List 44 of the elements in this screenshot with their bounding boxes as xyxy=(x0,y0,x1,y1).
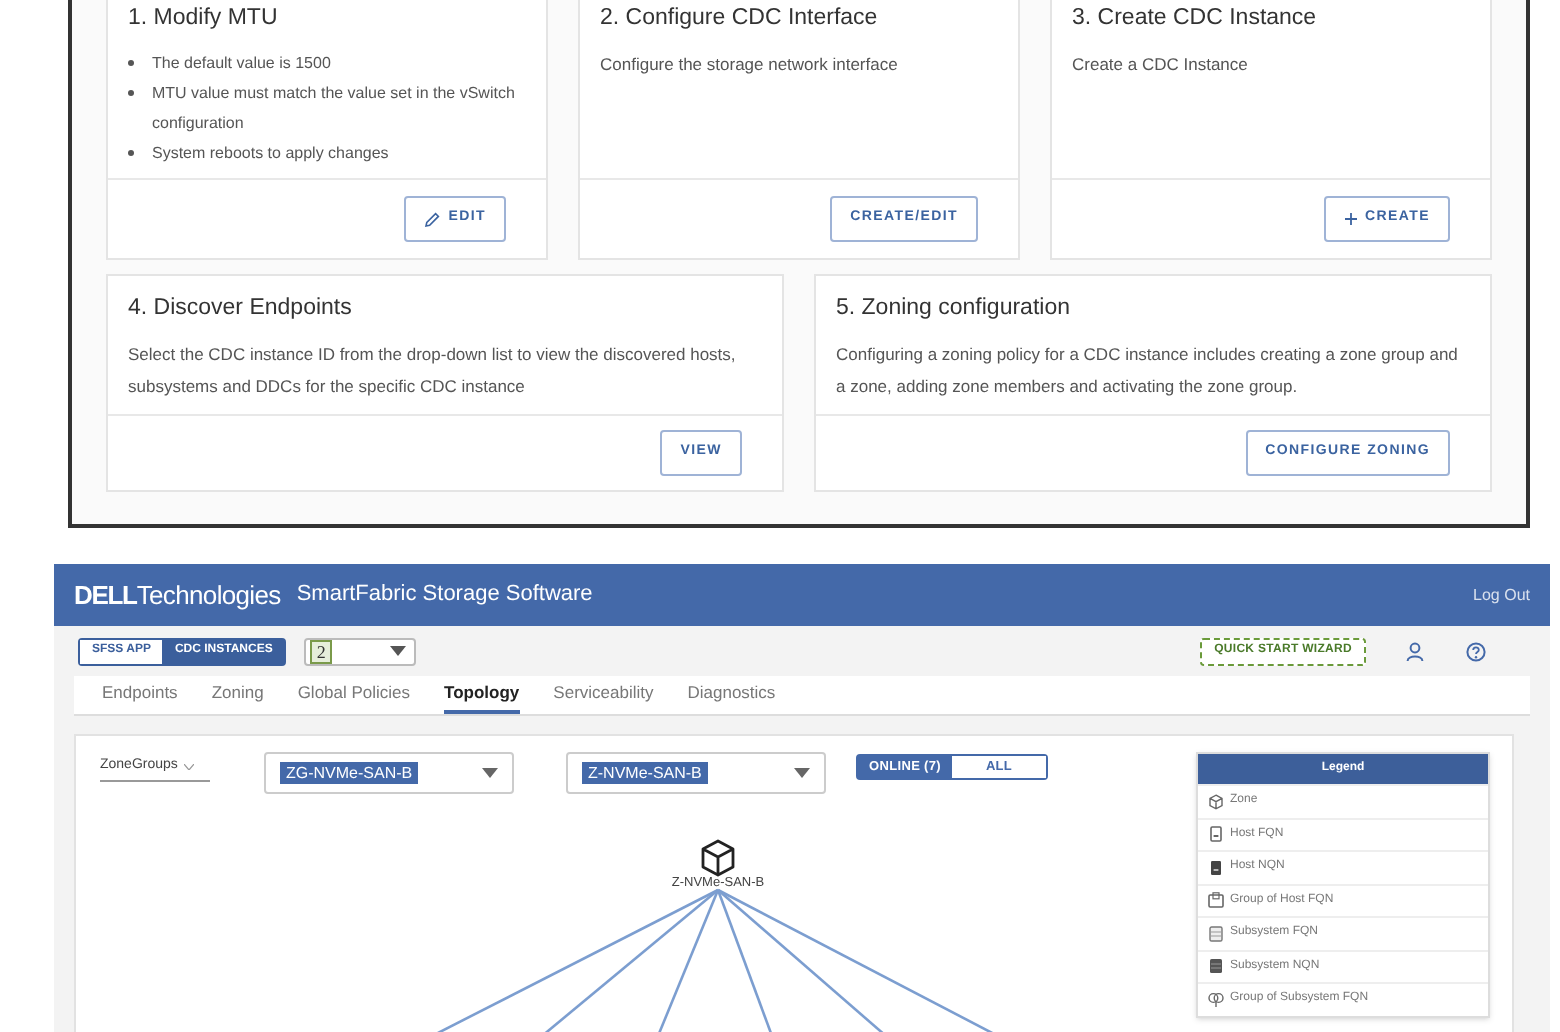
logout-link[interactable]: Log Out xyxy=(1473,583,1530,607)
plus-icon xyxy=(1343,212,1358,226)
caret-icon xyxy=(390,646,407,656)
card-title: 1. Modify MTU xyxy=(128,4,280,34)
brand-logo: DELLTechnologies xyxy=(74,577,281,614)
bullet-text: System reboots to apply changes xyxy=(152,142,389,167)
bullet-icon xyxy=(128,90,134,97)
card-title: 5. Zoning configuration xyxy=(836,294,1072,324)
cube-icon xyxy=(1208,793,1224,810)
card-description: Configure the storage network interface xyxy=(600,52,900,79)
storage-group-icon xyxy=(1208,991,1224,1008)
device-icon xyxy=(1208,826,1224,843)
instance-select[interactable]: 2 xyxy=(304,637,417,665)
card-description: Select the CDC instance ID from the drop-down list to view the discovered hosts, subsystems and DDCs for the specific CDC instance xyxy=(128,342,738,401)
card-title: 2. Configure CDC Interface xyxy=(600,4,880,34)
storage-icon xyxy=(1208,958,1224,975)
chevron-icon xyxy=(183,763,194,770)
tab[interactable]: Zoning xyxy=(211,676,264,714)
tab[interactable]: Endpoints xyxy=(102,676,178,714)
zone-group-select[interactable]: ZG-NVMe-SAN-B xyxy=(264,752,514,794)
tab[interactable]: Topology xyxy=(444,676,520,714)
tab[interactable]: Diagnostics xyxy=(687,676,776,714)
card-title: 4. Discover Endpoints xyxy=(128,294,354,324)
card-description: Configuring a zoning policy for a CDC instance includes creating a zone group and a zone, adding zone members and activating the zone group. xyxy=(836,342,1460,401)
card-title: 3. Create CDC Instance xyxy=(1072,4,1319,34)
app-title: SmartFabric Storage Software xyxy=(296,580,593,611)
zone-select[interactable]: Z-NVMe-SAN-B xyxy=(566,752,826,794)
device-group-icon xyxy=(1208,892,1224,909)
tab[interactable]: Global Policies xyxy=(297,676,411,714)
pencil-icon xyxy=(424,211,441,227)
bullet-icon xyxy=(128,60,134,67)
help-icon[interactable] xyxy=(1466,641,1486,661)
caret-icon xyxy=(794,768,810,778)
tab[interactable]: Serviceability xyxy=(553,676,654,714)
storage-icon xyxy=(1208,925,1224,942)
bullet-icon xyxy=(128,150,134,157)
zone-node-icon xyxy=(698,838,738,878)
device-icon xyxy=(1208,859,1224,876)
caret-icon xyxy=(482,768,498,778)
card-description: Create a CDC Instance xyxy=(1072,52,1250,79)
bullet-text: MTU value must match the value set in the vSwitch configuration xyxy=(152,82,517,137)
bullet-text: The default value is 1500 xyxy=(152,52,331,77)
user-icon[interactable] xyxy=(1406,641,1424,661)
instance-value: 2 xyxy=(310,639,332,663)
